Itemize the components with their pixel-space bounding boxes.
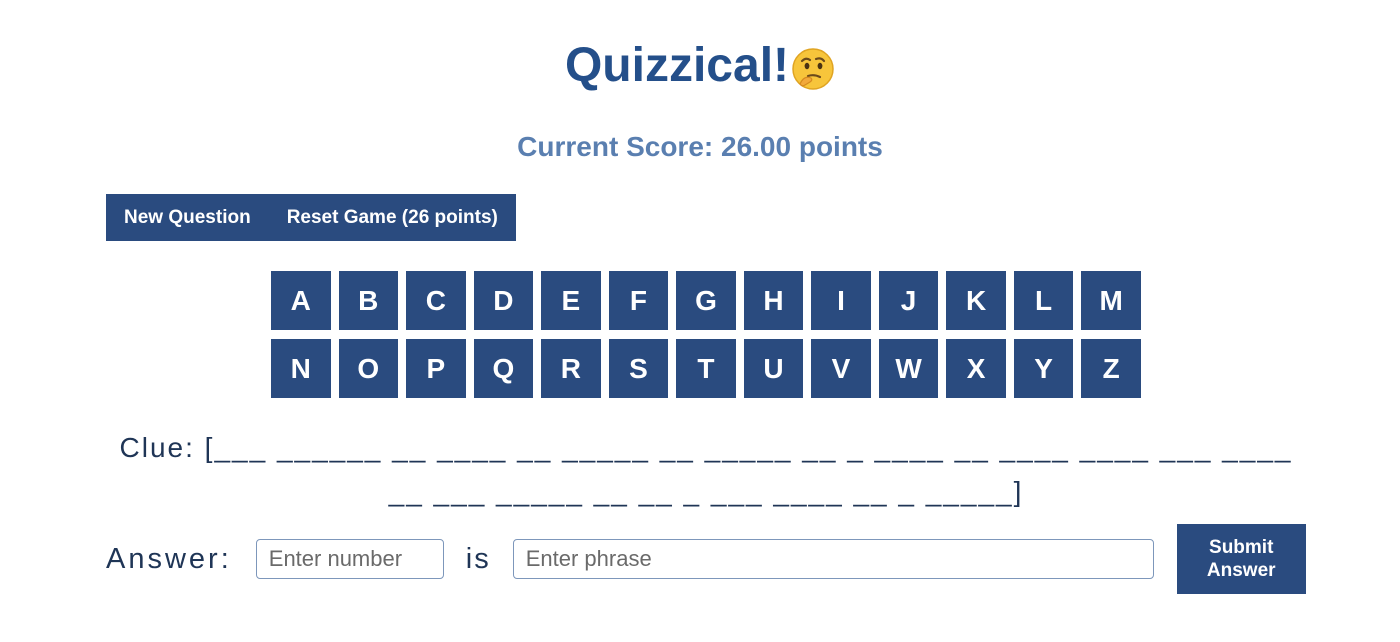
letter-key-c[interactable]: C <box>406 271 466 330</box>
clue-label: Clue: <box>119 432 195 463</box>
letter-key-q[interactable]: Q <box>473 339 534 398</box>
letter-key-l[interactable]: L <box>1013 271 1074 330</box>
letter-key-t[interactable]: T <box>676 339 736 398</box>
letter-key-b[interactable]: B <box>338 271 399 330</box>
letter-key-a[interactable]: A <box>271 271 331 330</box>
submit-answer-button[interactable]: Submit Answer <box>1176 524 1306 594</box>
toolbar: New Question Reset Game (26 points) <box>106 194 516 241</box>
letter-key-f[interactable]: F <box>608 271 669 330</box>
letter-key-y[interactable]: Y <box>1013 339 1074 398</box>
phrase-input[interactable] <box>512 539 1154 579</box>
current-score: Current Score: 26.00 points <box>517 131 883 162</box>
clue-text: [___ ______ __ ____ __ _____ __ _____ __… <box>204 432 1293 507</box>
letter-key-j[interactable]: J <box>878 271 939 330</box>
new-question-button[interactable]: New Question <box>124 194 251 241</box>
keyboard-row-1: A B C D E F G H I J K L M <box>271 271 1141 330</box>
thinking-face-icon <box>791 46 835 90</box>
letter-key-h[interactable]: H <box>743 271 804 330</box>
letter-key-w[interactable]: W <box>878 339 939 398</box>
answer-label: Answer: <box>106 542 232 575</box>
letter-key-z[interactable]: Z <box>1081 339 1141 398</box>
letter-key-m[interactable]: M <box>1081 271 1141 330</box>
letter-key-v[interactable]: V <box>811 339 871 398</box>
keyboard-row-2: N O P Q R S T U V W X Y Z <box>271 339 1141 398</box>
letter-key-k[interactable]: K <box>946 271 1006 330</box>
title-text: Quizzical! <box>564 39 790 92</box>
letter-key-s[interactable]: S <box>608 339 669 398</box>
letter-key-e[interactable]: E <box>541 271 601 330</box>
number-input[interactable] <box>255 539 444 579</box>
letter-key-u[interactable]: U <box>743 339 804 398</box>
letter-key-i[interactable]: I <box>811 271 871 330</box>
letter-key-x[interactable]: X <box>946 339 1006 398</box>
letter-key-n[interactable]: N <box>271 339 331 398</box>
letter-key-g[interactable]: G <box>676 271 736 330</box>
letter-key-p[interactable]: P <box>406 339 466 398</box>
clue: Clue: [___ ______ __ ____ __ _____ __ __… <box>106 426 1306 514</box>
page-title: Quizzical! <box>0 36 1400 96</box>
letter-key-d[interactable]: D <box>473 271 534 330</box>
answer-form: Answer: is Submit Answer <box>106 524 1306 594</box>
reset-game-button[interactable]: Reset Game (26 points) <box>287 194 498 241</box>
letter-keyboard: A B C D E F G H I J K L M N O P Q R S T … <box>271 271 1141 407</box>
is-label: is <box>465 542 491 575</box>
letter-key-r[interactable]: R <box>541 339 601 398</box>
letter-key-o[interactable]: O <box>338 339 399 398</box>
